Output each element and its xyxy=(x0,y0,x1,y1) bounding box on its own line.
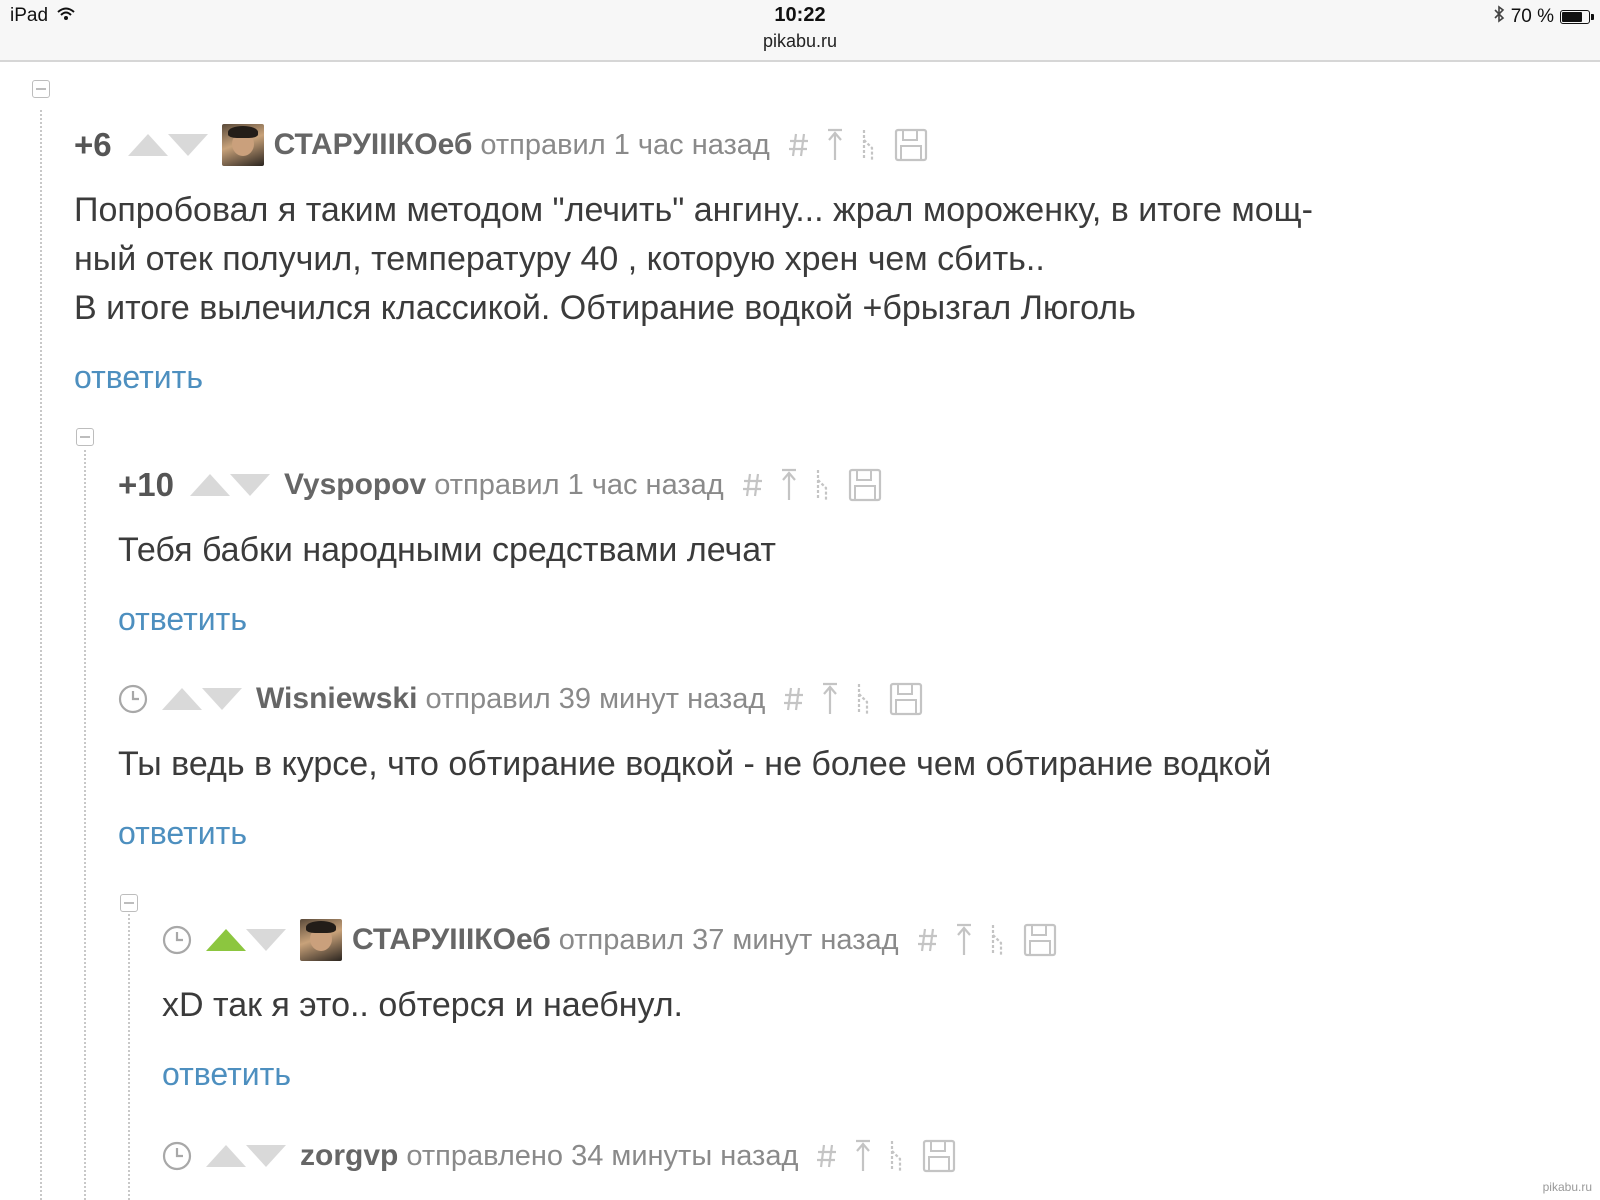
battery-percent: 70 % xyxy=(1510,6,1554,27)
comment-meta: отправил 37 минут назад xyxy=(558,923,899,956)
thread-branch-icon[interactable] xyxy=(860,128,878,162)
battery-icon xyxy=(1560,10,1594,24)
downvote-arrow-icon[interactable] xyxy=(229,474,270,496)
address-url[interactable]: pikabu.ru xyxy=(0,31,1600,52)
thread-line-2 xyxy=(84,450,86,1200)
thread-line-1 xyxy=(40,110,42,1200)
comment-line: xD так я это.. обтерся и наебнул. xyxy=(162,986,684,1024)
clock-icon xyxy=(162,925,192,955)
author-name[interactable]: СТАРУIIIКОеб xyxy=(274,128,473,162)
thread-branch-icon[interactable] xyxy=(855,682,873,716)
upvote-arrow-icon[interactable] xyxy=(162,688,202,710)
comment: +6 СТАРУIIIКОеб отправил 1 час назад Поп… xyxy=(74,122,1313,396)
comment-rating: +6 xyxy=(74,126,112,163)
author-name[interactable]: Vyspopov xyxy=(284,468,426,502)
collapse-toggle[interactable] xyxy=(120,894,138,912)
hash-link-icon[interactable] xyxy=(742,470,764,500)
save-floppy-icon[interactable] xyxy=(1023,923,1057,957)
avatar[interactable] xyxy=(221,124,264,166)
comment-rating: +10 xyxy=(118,466,174,503)
reply-link[interactable]: ответить xyxy=(118,601,882,638)
hash-link-icon[interactable] xyxy=(783,684,805,714)
comment-line: В итоге вылечился классикой. Обтирание в… xyxy=(74,289,1136,327)
author-name[interactable]: СТАРУIIIКОеб xyxy=(352,923,551,957)
comment: Wisniewski отправил 39 минут назад Ты ве… xyxy=(118,676,1271,852)
hash-link-icon[interactable] xyxy=(816,1141,838,1171)
upvote-arrow-icon[interactable] xyxy=(206,929,246,951)
comment-body: Попробовал я таким методом "лечить" анги… xyxy=(74,186,1313,333)
author-name[interactable]: Wisniewski xyxy=(256,682,417,716)
reply-link[interactable]: ответить xyxy=(74,359,1313,396)
thread-branch-icon[interactable] xyxy=(888,1139,906,1173)
clock-icon xyxy=(118,684,148,714)
reply-link[interactable]: ответить xyxy=(118,815,1271,852)
collapse-toggle[interactable] xyxy=(76,428,94,446)
comment-line: ный отек получил, температуру 40 , котор… xyxy=(74,240,1045,278)
watermark: pikabu.ru xyxy=(1542,1180,1592,1194)
thread-line-3 xyxy=(128,906,130,1200)
comment-meta: отправил 1 час назад xyxy=(434,468,724,501)
parent-comment-icon[interactable] xyxy=(854,1139,872,1173)
status-bar: iPad 10:22 pikabu.ru 70 % xyxy=(0,0,1600,62)
downvote-arrow-icon[interactable] xyxy=(246,1145,286,1167)
parent-comment-icon[interactable] xyxy=(821,682,839,716)
comment-body: Тебя бабки народными средствами лечат xyxy=(118,526,882,575)
comment-header: +10 Vyspopov отправил 1 час назад xyxy=(118,462,882,508)
parent-comment-icon[interactable] xyxy=(780,468,798,502)
save-floppy-icon[interactable] xyxy=(889,682,923,716)
hash-link-icon[interactable] xyxy=(788,130,810,160)
downvote-arrow-icon[interactable] xyxy=(167,134,208,156)
comment-header: zorgvp отправлено 34 минуты назад xyxy=(162,1133,956,1179)
thread-branch-icon[interactable] xyxy=(814,468,832,502)
reply-link[interactable]: ответить xyxy=(162,1056,1057,1093)
downvote-arrow-icon[interactable] xyxy=(202,688,242,710)
bluetooth-icon xyxy=(1493,5,1505,29)
comment-meta: отправил 39 минут назад xyxy=(425,682,766,715)
upvote-arrow-icon[interactable] xyxy=(127,134,168,156)
comment-meta: отправлено 34 минуты назад xyxy=(406,1139,799,1172)
upvote-arrow-icon[interactable] xyxy=(206,1145,246,1167)
comment-line: Ты ведь в курсе, что обтирание водкой - … xyxy=(118,745,1272,783)
downvote-arrow-icon[interactable] xyxy=(246,929,286,951)
comment-line: Попробовал я таким методом "лечить" анги… xyxy=(74,191,1313,229)
parent-comment-icon[interactable] xyxy=(955,923,973,957)
upvote-arrow-icon[interactable] xyxy=(189,474,230,496)
save-floppy-icon[interactable] xyxy=(894,128,928,162)
comment-line: Тебя бабки народными средствами лечат xyxy=(118,531,776,569)
comment-body: Ты ведь в курсе, что обтирание водкой - … xyxy=(118,740,1271,789)
parent-comment-icon[interactable] xyxy=(826,128,844,162)
thread-branch-icon[interactable] xyxy=(989,923,1007,957)
collapse-toggle[interactable] xyxy=(32,80,50,98)
save-floppy-icon[interactable] xyxy=(848,468,882,502)
comment-header: СТАРУIIIКОеб отправил 37 минут назад xyxy=(162,917,1057,963)
comment: СТАРУIIIКОеб отправил 37 минут назад xD … xyxy=(162,917,1057,1093)
comment-meta: отправил 1 час назад xyxy=(480,128,770,161)
comment: zorgvp отправлено 34 минуты назад xyxy=(162,1133,956,1179)
author-name[interactable]: zorgvp xyxy=(300,1139,398,1173)
hash-link-icon[interactable] xyxy=(917,925,939,955)
avatar[interactable] xyxy=(300,919,342,961)
clock-icon xyxy=(162,1141,192,1171)
comment-header: +6 СТАРУIIIКОеб отправил 1 час назад xyxy=(74,122,1313,168)
comment: +10 Vyspopov отправил 1 час назад Тебя б… xyxy=(118,462,882,638)
comment-header: Wisniewski отправил 39 минут назад xyxy=(118,676,1271,722)
save-floppy-icon[interactable] xyxy=(922,1139,956,1173)
comment-body: xD так я это.. обтерся и наебнул. xyxy=(162,981,1057,1030)
clock-time: 10:22 xyxy=(774,4,826,26)
